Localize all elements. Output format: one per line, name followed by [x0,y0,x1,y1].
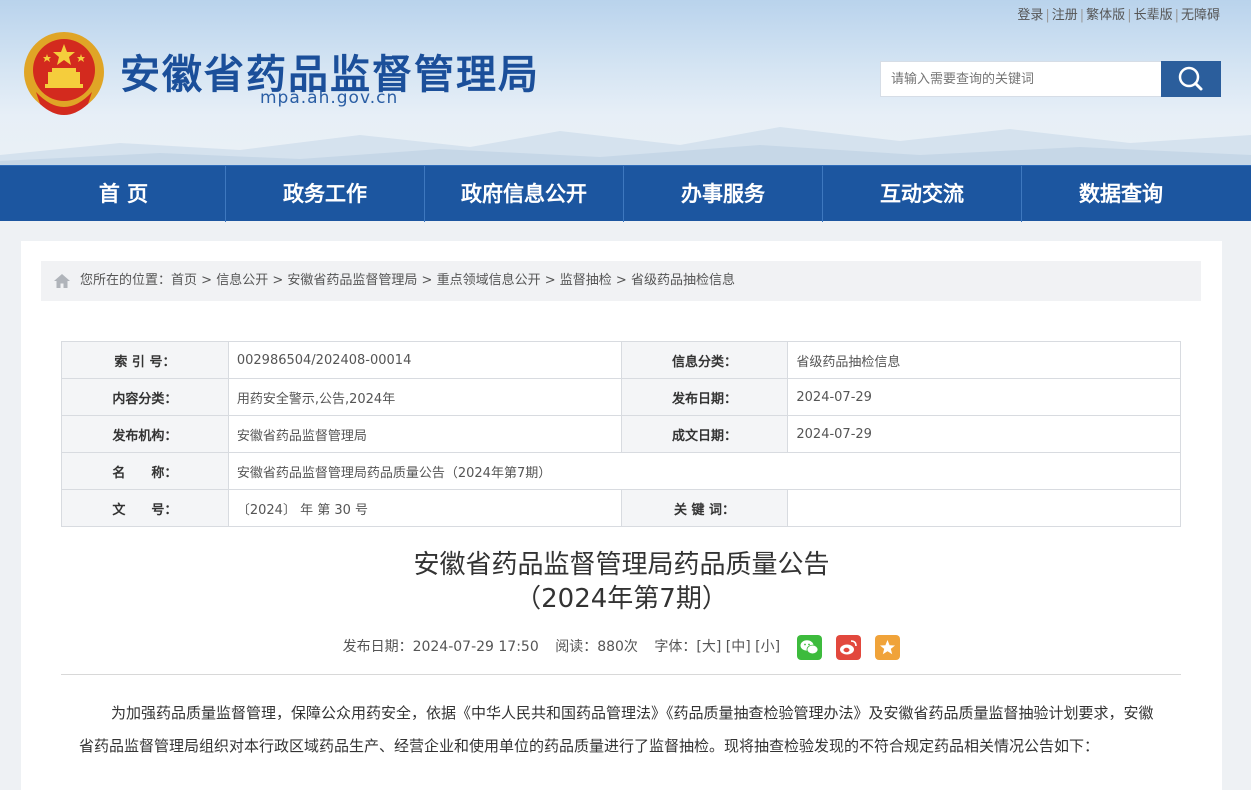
breadcrumb: 您所在的位置：首页 > 信息公开 > 安徽省药品监督管理局 > 重点领域信息公开… [41,261,1201,301]
mountain-backdrop [0,127,1251,165]
info-category-value: 省级药品抽检信息 [787,341,1181,379]
breadcrumb-item-provincial[interactable]: 省级药品抽检信息 [631,273,735,288]
login-link[interactable]: 登录 [1017,8,1043,23]
site-header: 登录 | 注册 | 繁体版 | 长辈版 | 无障碍 安徽省药品监督管理局 mpa.ah.gov.… [0,0,1251,165]
content-card: 您所在的位置：首页 > 信息公开 > 安徽省药品监督管理局 > 重点领域信息公开… [21,241,1222,790]
breadcrumb-item-info[interactable]: 信息公开 [216,273,268,288]
article-reads: 阅读：880次 [555,639,638,655]
search-input[interactable] [880,61,1162,97]
font-size-switcher[interactable]: 字体：[大] [中] [小] [654,639,780,655]
nav-item-info-disclosure[interactable]: 政府信息公开 [424,166,623,222]
article-publish-info: 发布日期：2024-07-29 17:50 [342,639,539,655]
created-date-label: 成文日期： [620,415,789,453]
search-icon [1178,66,1203,91]
breadcrumb-separator: > [611,273,631,288]
table-row: 文 号： 〔2024〕 年 第 30 号 关 键 词： [61,489,1181,527]
breadcrumb-separator: > [268,273,288,288]
breadcrumb-separator: > [540,273,560,288]
main-nav: 首 页 政务工作 政府信息公开 办事服务 互动交流 数据查询 [0,165,1251,222]
star-icon [880,639,896,654]
nav-item-data-query[interactable]: 数据查询 [1021,166,1220,222]
publisher-label: 发布机构： [61,415,229,453]
document-meta-table: 索 引 号： 002986504/202408-00014 信息分类： 省级药品… [61,341,1182,527]
site-domain: mpa.ah.gov.cn [260,88,399,108]
nav-item-home[interactable]: 首 页 [22,166,225,222]
article-title-line1: 安徽省药品监督管理局药品质量公告 [413,550,830,580]
nav-item-interaction[interactable]: 互动交流 [822,166,1021,222]
breadcrumb-item-inspection[interactable]: 监督抽检 [560,273,612,288]
info-category-label: 信息分类： [620,341,789,379]
weibo-share-button[interactable] [835,634,861,660]
search-box [880,61,1221,97]
divider [61,674,1181,675]
doc-no-label: 文 号： [61,489,229,527]
table-row: 索 引 号： 002986504/202408-00014 信息分类： 省级药品… [61,341,1181,379]
publish-date-value: 2024-07-29 [787,378,1181,416]
doc-no-value: 〔2024〕 年 第 30 号 [227,489,622,527]
traditional-chinese-link[interactable]: 繁体版 [1086,8,1125,23]
national-emblem-icon [24,32,104,115]
article-title-line2: （2024年第7期） [515,584,728,614]
favorite-button[interactable] [875,634,901,660]
register-link[interactable]: 注册 [1052,8,1078,23]
breadcrumb-separator: > [197,273,217,288]
nav-item-government-work[interactable]: 政务工作 [225,166,424,222]
table-row: 名 称： 安徽省药品监督管理局药品质量公告（2024年第7期） [61,452,1182,490]
index-no-label: 索 引 号： [61,341,229,379]
article-body: 为加强药品质量监督管理，保障公众用药安全，依据《中华人民共和国药品管理法》《药品… [79,704,1154,755]
table-row: 内容分类： 用药安全警示,公告,2024年 发布日期： 2024-07-29 [61,378,1181,416]
weibo-icon [839,639,857,654]
content-category-label: 内容分类： [61,378,229,416]
accessibility-link[interactable]: 无障碍 [1181,8,1220,23]
breadcrumb-prefix: 您所在的位置： [80,273,172,288]
content-category-value: 用药安全警示,公告,2024年 [227,378,622,416]
breadcrumb-item-key-areas[interactable]: 重点领域信息公开 [437,273,541,288]
keywords-label: 关 键 词： [620,489,789,527]
created-date-value: 2024-07-29 [787,415,1181,453]
name-label: 名 称： [61,452,229,490]
article-title: 安徽省药品监督管理局药品质量公告 （2024年第7期） [21,548,1222,616]
publish-date-label: 发布日期： [620,378,789,416]
wechat-icon [800,639,818,654]
keywords-value [787,489,1181,527]
article-meta: 发布日期：2024-07-29 17:50 阅读：880次 字体：[大] [中]… [21,634,1222,660]
name-value: 安徽省药品监督管理局药品质量公告（2024年第7期） [227,452,1182,490]
home-icon [54,274,70,288]
top-links: 登录 | 注册 | 繁体版 | 长辈版 | 无障碍 [1017,8,1220,23]
breadcrumb-item-home[interactable]: 首页 [171,273,197,288]
search-button[interactable] [1161,61,1221,97]
index-no-value: 002986504/202408-00014 [227,341,622,379]
breadcrumb-separator: > [417,273,437,288]
table-row: 发布机构： 安徽省药品监督管理局 成文日期： 2024-07-29 [61,415,1181,453]
publisher-value: 安徽省药品监督管理局 [227,415,622,453]
elderly-version-link[interactable]: 长辈版 [1134,8,1173,23]
wechat-share-button[interactable] [796,634,822,660]
nav-item-services[interactable]: 办事服务 [623,166,822,222]
breadcrumb-item-bureau[interactable]: 安徽省药品监督管理局 [287,273,417,288]
